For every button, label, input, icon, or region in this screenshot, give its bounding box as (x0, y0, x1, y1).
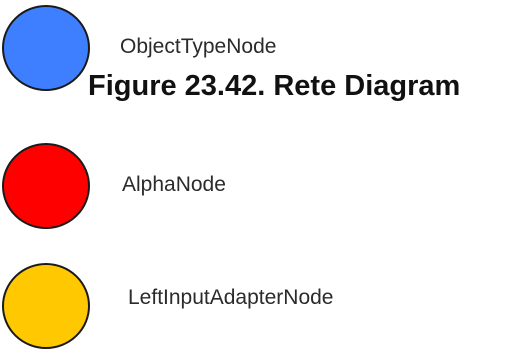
left-input-adapter-node-shape (2, 263, 90, 349)
alpha-node-circle (2, 143, 90, 229)
left-input-adapter-node-label: LeftInputAdapterNode (128, 286, 334, 309)
object-type-node-shape (2, 5, 90, 91)
alpha-node-shape (2, 143, 90, 229)
alpha-node-label: AlphaNode (122, 173, 226, 196)
object-type-node-circle (2, 5, 90, 91)
left-input-adapter-node-circle (2, 263, 90, 349)
object-type-node-label: ObjectTypeNode (120, 35, 277, 58)
figure-caption: Figure 23.42. Rete Diagram (88, 70, 461, 102)
